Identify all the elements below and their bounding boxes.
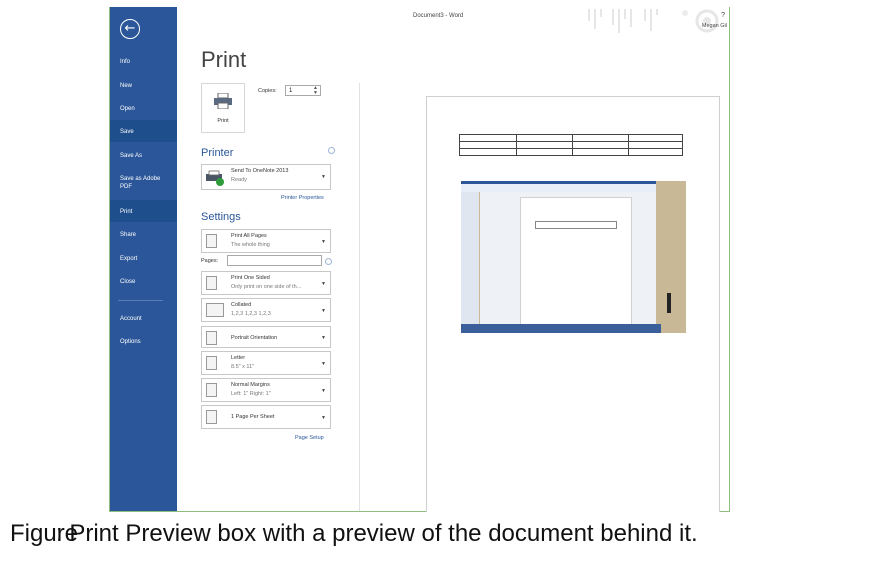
printer-name: Send To OneNote 2013 <box>231 168 289 174</box>
printer-status: Ready <box>231 177 247 183</box>
pages-icon <box>206 234 217 248</box>
orientation-dropdown[interactable]: Portrait Orientation ▼ <box>201 326 331 348</box>
sidebar-item-share[interactable]: Share <box>110 231 177 239</box>
spin-arrows-icon[interactable]: ▲ ▼ <box>313 86 318 96</box>
embedded-page <box>520 197 632 326</box>
paper-size-dropdown[interactable]: Letter 8.5" x 11" ▼ <box>201 351 331 375</box>
chevron-down-icon: ▼ <box>321 308 326 314</box>
printer-icon <box>214 93 232 109</box>
print-range-dropdown[interactable]: Print All Pages The whole thing ▼ <box>201 229 331 253</box>
portrait-icon <box>206 331 217 345</box>
collation-dropdown[interactable]: Collated 1,2,3 1,2,3 1,2,3 ▼ <box>201 298 331 322</box>
chevron-down-icon: ▼ <box>321 174 326 180</box>
sidebar-item-info[interactable]: Info <box>110 58 177 66</box>
embedded-titlebar <box>461 181 656 184</box>
margins-dropdown[interactable]: Normal Margins Left: 1" Right: 1" ▼ <box>201 378 331 402</box>
sidebar-item-save[interactable]: Save <box>110 120 177 142</box>
caption-text: : Print Preview box with a preview of th… <box>56 520 698 547</box>
setting-line1: Print One Sided <box>231 275 270 281</box>
setting-line1: Collated <box>231 302 252 308</box>
word-print-backstage: ← Info New Open Save Save As Save as Ado… <box>109 7 730 512</box>
back-arrow-icon[interactable]: ← <box>120 19 140 39</box>
paper-icon <box>206 356 217 370</box>
chevron-down-icon: ▼ <box>321 388 326 394</box>
embedded-document <box>480 192 656 326</box>
pages-input[interactable] <box>227 255 322 266</box>
copies-stepper[interactable]: 1 ▲ ▼ <box>285 85 321 96</box>
help-icon[interactable]: ? <box>721 12 725 19</box>
sidebar-item-print[interactable]: Print <box>110 200 177 222</box>
setting-line1: Print All Pages <box>231 233 267 239</box>
sides-dropdown[interactable]: Print One Sided Only print on one side o… <box>201 271 331 295</box>
setting-line2: Only print on one side of th... <box>231 284 302 290</box>
setting-line2: The whole thing <box>231 242 270 248</box>
setting-line2: 1,2,3 1,2,3 1,2,3 <box>231 311 271 317</box>
copies-label: Copies: <box>258 88 277 94</box>
sidebar-item-save-as[interactable]: Save As <box>110 152 177 160</box>
decorative-pattern-icon <box>588 9 719 33</box>
user-name[interactable]: Megan Gil <box>702 23 727 29</box>
setting-line1: Letter <box>231 355 246 361</box>
page-setup-link[interactable]: Page Setup <box>295 435 324 441</box>
embedded-toolbar <box>461 181 479 324</box>
figure-caption: Figure: Print Preview box with a preview… <box>10 520 698 548</box>
chevron-down-icon: ▼ <box>321 239 326 245</box>
setting-line1: Normal Margins <box>231 382 270 388</box>
pages-per-sheet-dropdown[interactable]: 1 Page Per Sheet ▼ <box>201 405 331 429</box>
printer-heading: Printer <box>201 147 234 159</box>
caption-prefix: Figure <box>10 520 79 547</box>
sidebar-divider <box>118 300 163 301</box>
setting-line2: 8.5" x 11" <box>231 364 255 370</box>
chevron-down-icon: ▼ <box>321 361 326 367</box>
collated-icon <box>206 303 224 317</box>
margins-icon <box>206 383 217 397</box>
sidebar-item-account[interactable]: Account <box>110 315 177 323</box>
info-icon[interactable] <box>328 147 335 154</box>
sidebar-item-options[interactable]: Options <box>110 338 177 346</box>
printer-dropdown[interactable]: Send To OneNote 2013 Ready ▼ <box>201 164 331 190</box>
setting-line1: Portrait Orientation <box>231 335 278 341</box>
backstage-sidebar: ← Info New Open Save Save As Save as Ado… <box>110 7 177 511</box>
sidebar-item-open[interactable]: Open <box>110 105 177 113</box>
embedded-shadow <box>667 293 671 313</box>
document-title: Document3 - Word <box>413 13 464 19</box>
sidebar-item-export[interactable]: Export <box>110 255 177 263</box>
page-title: Print <box>201 47 247 72</box>
info-icon[interactable] <box>325 258 332 265</box>
print-button[interactable]: Print <box>201 83 245 133</box>
settings-heading: Settings <box>201 211 241 223</box>
sidebar-item-close[interactable]: Close <box>110 278 177 286</box>
preview-table <box>459 134 683 156</box>
title-bar: Document3 - Word ? Megan Gil <box>177 7 729 45</box>
printer-status-icon <box>206 170 224 186</box>
chevron-down-icon: ▼ <box>321 415 326 421</box>
print-button-label: Print <box>217 118 229 124</box>
print-preview-page <box>426 96 720 512</box>
pages-label: Pages: <box>201 258 219 264</box>
chevron-down-icon: ▼ <box>321 281 326 287</box>
embedded-table <box>535 221 617 229</box>
one-sided-icon <box>206 276 217 290</box>
page-per-sheet-icon <box>206 410 217 424</box>
sidebar-item-save-as-pdf[interactable]: Save as Adobe PDF <box>110 175 170 191</box>
setting-line1: 1 Page Per Sheet <box>231 414 275 420</box>
printer-properties-link[interactable]: Printer Properties <box>281 195 324 201</box>
copies-value: 1 <box>289 88 293 94</box>
chevron-down-icon: ▼ <box>321 335 326 341</box>
setting-line2: Left: 1" Right: 1" <box>231 391 271 397</box>
sidebar-item-new[interactable]: New <box>110 82 177 90</box>
panel-divider <box>359 83 360 511</box>
embedded-taskbar <box>461 324 661 333</box>
embedded-screenshot <box>461 181 686 333</box>
